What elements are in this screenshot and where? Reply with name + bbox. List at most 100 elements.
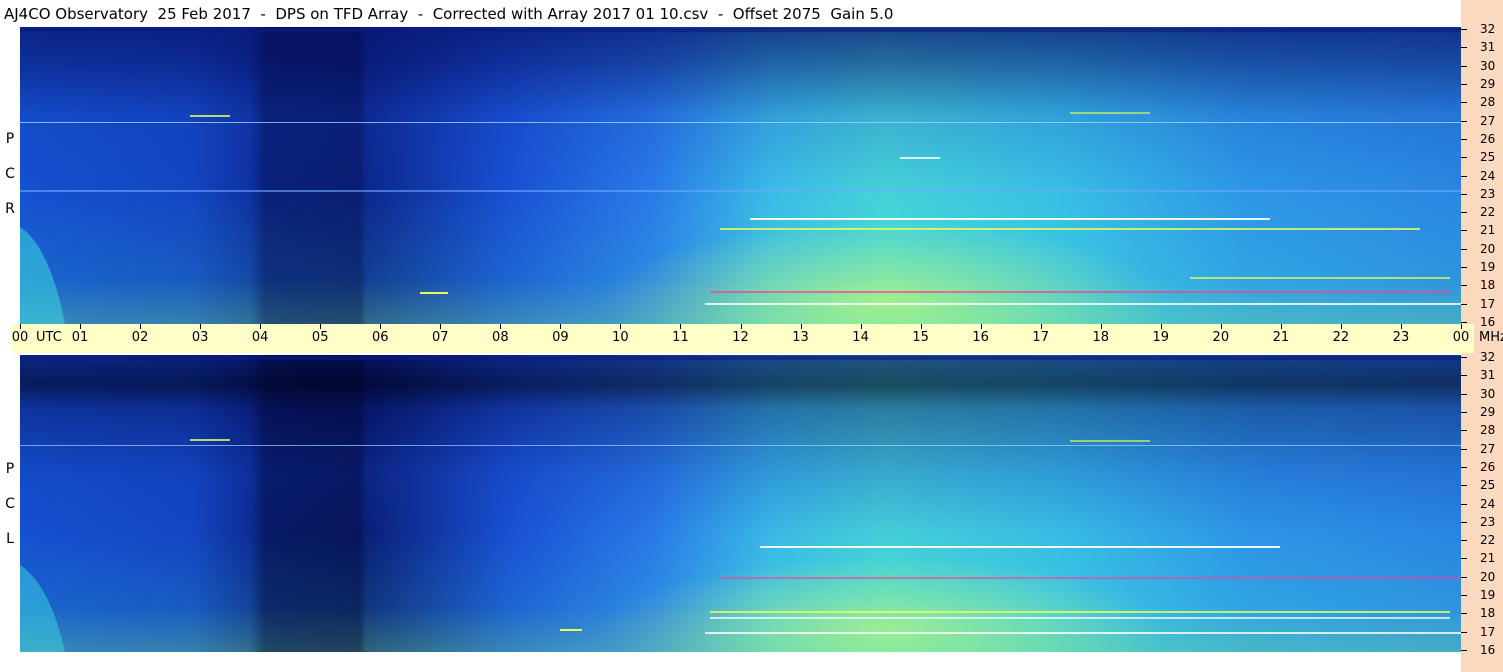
time-axis-tick-label: 02 [131, 330, 149, 345]
freq-axis-tick-label: 31 [1480, 368, 1496, 383]
spectrogram-rcp [20, 27, 1461, 324]
time-axis-unit-label: UTC [36, 330, 62, 345]
panel-label-lcp: P C L [0, 461, 20, 547]
freq-axis-tick [1461, 212, 1467, 214]
freq-axis-tick-label: 25 [1480, 478, 1496, 493]
time-axis-tick [440, 324, 442, 329]
time-axis-tick [80, 324, 82, 329]
freq-axis-tick [1461, 558, 1467, 560]
panel-label-rcp: P C R [0, 131, 20, 217]
freq-axis-tick [1461, 83, 1467, 85]
freq-unit-label: MHz [1479, 330, 1503, 345]
time-axis-tick-label: 05 [311, 330, 329, 345]
freq-axis-tick-label: 20 [1480, 241, 1496, 256]
spectrogram-bursts [20, 356, 1461, 652]
freq-axis-tick [1461, 285, 1467, 287]
freq-axis-tick-label: 24 [1480, 496, 1496, 511]
time-axis-tick-label: 16 [972, 330, 989, 345]
time-axis-tick-label: 22 [1332, 330, 1350, 345]
freq-axis-tick [1461, 650, 1467, 651]
time-axis-tick [380, 324, 382, 329]
freq-axis-tick [1461, 466, 1467, 468]
freq-axis-tick-label: 22 [1480, 533, 1496, 548]
freq-axis-tick [1461, 267, 1467, 269]
freq-axis-tick [1461, 411, 1467, 413]
freq-axis-tick [1461, 595, 1467, 597]
time-axis-tick [140, 324, 142, 329]
time-axis-tick-label: 08 [492, 330, 509, 345]
freq-axis-tick-label: 25 [1480, 150, 1496, 165]
freq-axis-tick [1461, 613, 1467, 615]
time-axis-tick-label: 17 [1032, 330, 1049, 345]
time-axis-tick [1220, 324, 1222, 329]
freq-axis-tick [1461, 430, 1467, 432]
panel-label-letter: P [5, 131, 15, 147]
time-axis-tick [1160, 324, 1162, 329]
freq-axis-tick-label: 31 [1480, 40, 1496, 55]
frequency-axis-lcp: 32 31 30 29 28 27 26 25 24 23 22 21 20 19 18 17 16 [1461, 350, 1503, 657]
time-axis-tick-label: 12 [732, 330, 749, 345]
freq-axis-tick-label: 16 [1480, 315, 1496, 329]
frequency-axis-rcp: 32 31 30 29 28 27 26 25 24 23 22 21 20 19 18 17 16 [1461, 22, 1503, 329]
time-axis-tick-label: 03 [191, 330, 209, 345]
time-axis-tick-label: 11 [672, 330, 689, 345]
time-axis-tick-label: 01 [71, 330, 89, 345]
freq-axis-tick [1461, 65, 1467, 67]
time-axis-tick [680, 324, 682, 329]
time-axis-tick-label: 00 [11, 330, 29, 345]
time-axis-tick-label: 21 [1272, 330, 1290, 345]
freq-axis-tick-label: 30 [1480, 58, 1496, 73]
spectrogram-bursts [20, 28, 1461, 324]
time-axis-tick [320, 324, 322, 329]
panel-label-letter: C [5, 166, 15, 182]
time-axis-tick-label: 14 [852, 330, 869, 345]
panel-label-letter: P [5, 461, 15, 477]
time-axis: UTC MHz 00 01 02 03 04 05 06 07 08 09 10 11 12 13 14 15… [11, 324, 1503, 353]
panel-label-letter: R [5, 201, 15, 217]
freq-axis-tick-label: 24 [1480, 168, 1496, 183]
time-axis-tick [1400, 324, 1402, 329]
time-axis-tick [1461, 324, 1462, 329]
freq-axis-tick-label: 28 [1480, 423, 1496, 438]
time-axis-tick-label: 04 [251, 330, 269, 345]
time-axis-tick [980, 324, 982, 329]
time-axis-tick [1040, 324, 1042, 329]
freq-axis-tick [1461, 303, 1467, 305]
freq-axis-tick [1461, 357, 1467, 358]
freq-axis-tick [1461, 120, 1467, 122]
freq-axis-tick-label: 28 [1480, 95, 1496, 110]
freq-axis-tick-label: 19 [1480, 588, 1496, 603]
panel-label-letter: C [5, 496, 15, 512]
freq-axis-tick [1461, 102, 1467, 104]
freq-axis-tick [1461, 631, 1467, 633]
freq-axis-tick [1461, 193, 1467, 195]
freq-axis-tick-label: 32 [1480, 350, 1496, 364]
time-axis-tick [20, 324, 21, 329]
spectrogram-lcp [20, 355, 1461, 652]
freq-axis-tick-label: 22 [1480, 205, 1496, 220]
time-axis-tick-label: 20 [1212, 330, 1230, 345]
freq-axis-tick [1461, 375, 1467, 377]
freq-axis-tick-label: 17 [1480, 624, 1496, 639]
freq-axis-tick-label: 21 [1480, 551, 1496, 566]
time-axis-tick [800, 324, 802, 329]
time-axis-tick-label: 09 [552, 330, 569, 345]
time-axis-tick [740, 324, 742, 329]
freq-axis-tick [1461, 157, 1467, 159]
freq-axis-tick [1461, 576, 1467, 578]
freq-axis-tick-label: 23 [1480, 186, 1496, 201]
freq-axis-tick [1461, 322, 1467, 323]
freq-axis-tick [1461, 138, 1467, 140]
time-axis-tick [560, 324, 562, 329]
freq-axis-tick [1461, 175, 1467, 177]
freq-axis-tick-label: 29 [1480, 76, 1496, 91]
time-axis-tick-label: 07 [432, 330, 449, 345]
freq-axis-tick-label: 26 [1480, 131, 1496, 146]
freq-axis-tick-label: 32 [1480, 22, 1496, 36]
freq-axis-tick [1461, 448, 1467, 450]
freq-axis-tick [1461, 393, 1467, 395]
freq-axis-tick [1461, 521, 1467, 523]
time-axis-tick [620, 324, 622, 329]
freq-axis-tick [1461, 230, 1467, 232]
freq-axis-tick-label: 21 [1480, 223, 1496, 238]
